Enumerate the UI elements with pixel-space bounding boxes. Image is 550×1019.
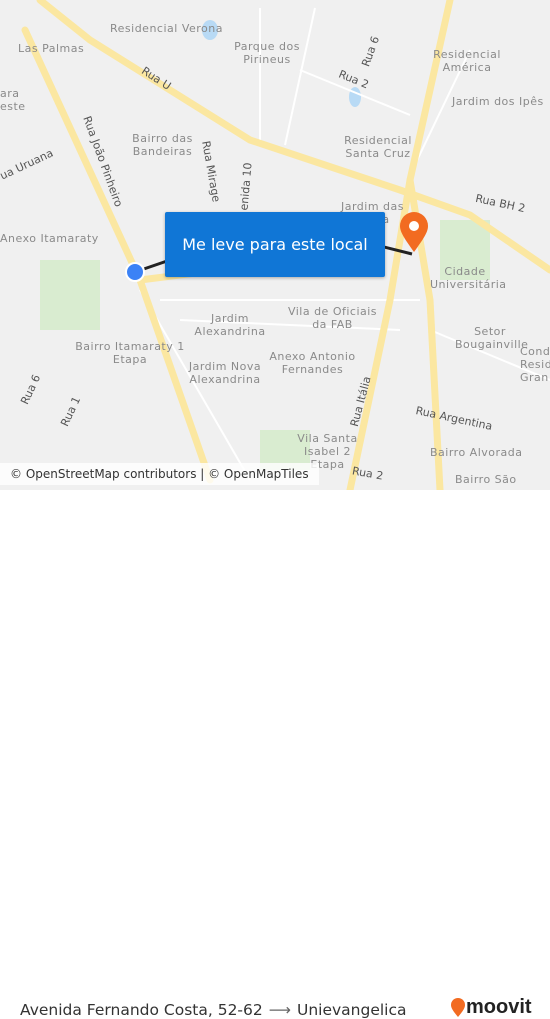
- arrow-right-icon: ⟶: [268, 1001, 291, 1019]
- label: Residencial Santa Cruz: [344, 134, 412, 160]
- origin-marker[interactable]: [125, 262, 145, 282]
- label: Anexo Antonio Fernandes: [269, 350, 356, 376]
- label: Bairro Alvorada: [430, 446, 523, 459]
- footer: Avenida Fernando Costa, 52-62 ⟶ Unievang…: [0, 490, 550, 1019]
- label: Vila de Oficiais da FAB: [287, 305, 378, 331]
- label: Jardim Alexandrina: [194, 312, 266, 338]
- destination-name: Unievangelica: [296, 1001, 407, 1019]
- label: Cidade Universitária: [430, 265, 507, 291]
- label: Parque dos Pirineus: [234, 40, 300, 66]
- moovit-logo: moovit: [450, 996, 532, 1019]
- label: Jardim Nova Alexandrina: [188, 360, 262, 386]
- label: Gran: [520, 371, 549, 384]
- label: Setor Bougainville: [455, 325, 529, 351]
- label: Residencial América: [433, 48, 501, 74]
- route-summary: Avenida Fernando Costa, 52-62 ⟶ Unievang…: [20, 1001, 407, 1019]
- moovit-pin-icon: [451, 997, 465, 1017]
- label: Bairro São: [455, 473, 517, 486]
- label: Residencial Verona: [110, 22, 223, 35]
- label: este: [0, 100, 26, 113]
- map[interactable]: Residencial Verona Las Palmas Parque dos…: [0, 0, 550, 490]
- take-me-here-button[interactable]: Me leve para este local: [165, 212, 385, 277]
- label: Jardim dos Ipês: [452, 95, 544, 108]
- label: Cond: [520, 345, 550, 358]
- map-attribution[interactable]: © OpenStreetMap contributors | © OpenMap…: [0, 463, 319, 485]
- label: Anexo Itamaraty: [0, 232, 99, 245]
- label: Bairro Itamaraty 1 Etapa: [75, 340, 185, 366]
- label: Resid: [520, 358, 550, 371]
- label: ara: [0, 87, 20, 100]
- label: Las Palmas: [18, 42, 85, 55]
- label: Bairro das Bandeiras: [132, 132, 193, 158]
- origin-name: Avenida Fernando Costa, 52-62: [20, 1001, 263, 1019]
